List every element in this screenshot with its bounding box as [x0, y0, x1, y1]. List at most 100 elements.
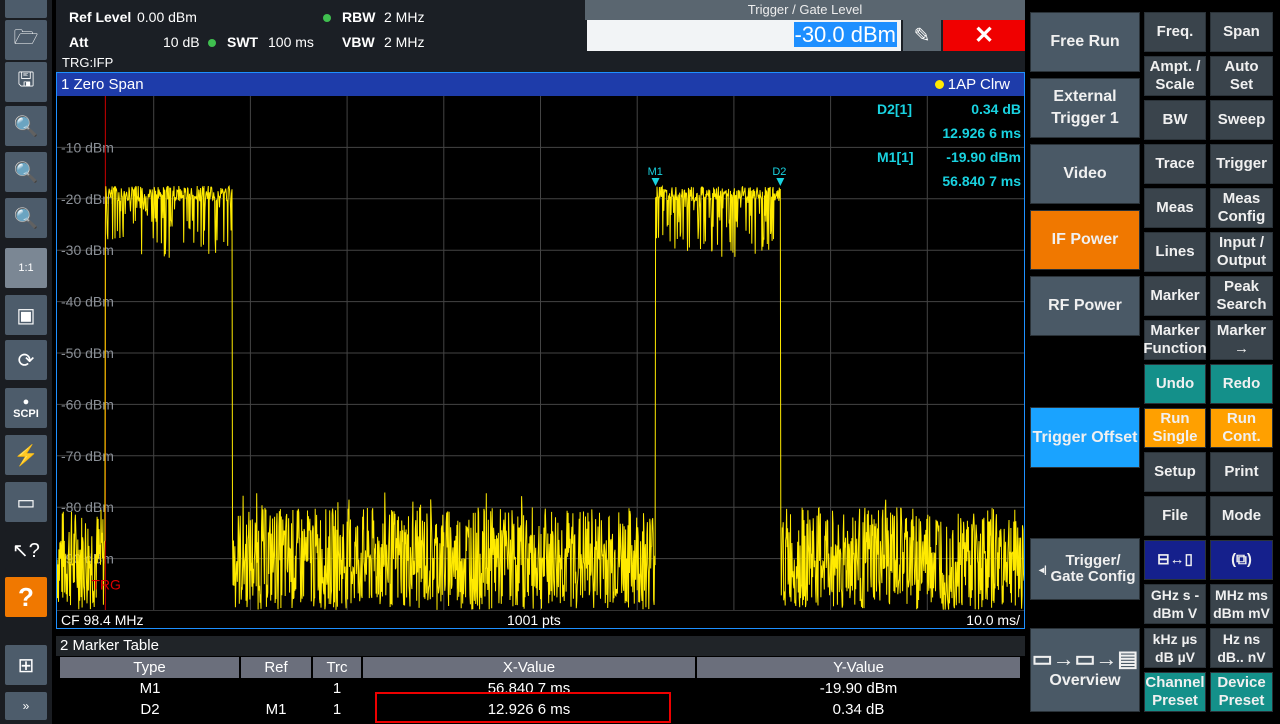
swt-label: SWT [227, 34, 259, 50]
marker-d2-label: D2 [772, 166, 786, 178]
hardkey-device-preset[interactable]: Device Preset [1210, 672, 1273, 712]
hardkey-undo[interactable]: Undo [1144, 364, 1206, 404]
marker-m1-x: 56.840 7 ms [942, 173, 1021, 189]
marker-d2-icon [776, 177, 785, 186]
swt-indicator-icon [208, 34, 216, 50]
cell-y: 0.34 dB [832, 701, 885, 718]
trigger-level-value: -30.0 dBm [793, 22, 897, 47]
hardkey-hz-ns-db-nv[interactable]: Hz ns dB.. nV [1210, 628, 1273, 668]
trigger-level-dialog: Trigger / Gate Level -30.0 dBm ✎ ✕ [585, 0, 1025, 72]
marker-m1-label: M1 [648, 166, 663, 178]
hardkey-ghz-s-dbm-v[interactable]: GHz s -dBm V [1144, 584, 1206, 624]
measurement-settings-header[interactable]: Ref Level 0.00 dBm Att 10 dB SWT 100 ms … [56, 0, 586, 72]
col-trc: Trc [312, 657, 363, 678]
marker-m1-value: -19.90 dBm [946, 149, 1021, 165]
display-update-icon[interactable]: ⟳ [5, 340, 47, 380]
hardkey-span[interactable]: Span [1210, 12, 1273, 52]
hardkey-file[interactable]: File [1144, 496, 1206, 536]
hardkey-redo[interactable]: Redo [1210, 364, 1273, 404]
marker-table-title: 2 Marker Table [56, 636, 1025, 656]
windows-icon[interactable]: ⊞ [5, 645, 47, 685]
hardkey-meas[interactable]: Meas [1144, 188, 1206, 228]
hardkey-marker-function[interactable]: Marker Function [1143, 320, 1207, 360]
softkey-overview[interactable]: ▭→▭→▤ Overview [1030, 628, 1140, 712]
marker-d2-x: 12.926 6 ms [942, 125, 1021, 141]
att-label: Att [69, 34, 89, 50]
window-title-text: 1 Zero Span [61, 76, 144, 93]
hardkey-run-cont[interactable]: Run Cont. [1210, 408, 1273, 448]
cell-y: -19.90 dBm [819, 680, 898, 697]
hardkey-ampt-scale[interactable]: Ampt. / Scale [1144, 56, 1206, 96]
hardkey-peak-search[interactable]: Peak Search [1210, 276, 1273, 316]
hardkey-lines[interactable]: Lines [1144, 232, 1206, 272]
hardkey-marker[interactable]: Marker [1144, 276, 1206, 316]
softkey-external-trigger[interactable]: External Trigger 1 [1030, 78, 1140, 138]
scpi-dot-icon: ● [22, 396, 30, 408]
trigger-level-input[interactable]: -30.0 dBm [587, 20, 901, 51]
hardkey-run-single[interactable]: Run Single [1144, 408, 1206, 448]
help-icon[interactable]: ? [5, 577, 47, 617]
time-scale: 10.0 ms/ [966, 612, 1020, 628]
softkey-free-run[interactable]: Free Run [1030, 12, 1140, 72]
ref-level-label: Ref Level [69, 9, 132, 25]
remote-display-icon[interactable]: ▭ [5, 482, 47, 522]
more-icon[interactable]: » [5, 692, 47, 720]
close-button[interactable]: ✕ [943, 20, 1025, 51]
hardkey-input-output[interactable]: Input / Output [1210, 232, 1273, 272]
hardkey-bw[interactable]: BW [1144, 100, 1206, 140]
zoom-plus-icon[interactable]: 🔍 [5, 152, 47, 192]
zoom-off-icon[interactable]: 1:1 [5, 248, 47, 288]
hardkey-auto-set[interactable]: Auto Set [1210, 56, 1273, 96]
softkey-trigger-gate-config[interactable]: ◂| Trigger/ Gate Config [1030, 538, 1140, 600]
scpi-icon[interactable]: ● SCPI [5, 388, 47, 428]
hardkey-marker[interactable]: Marker → [1210, 320, 1273, 360]
cell-trc: 1 [332, 680, 342, 697]
col-type: Type [60, 657, 241, 678]
split-display-icon[interactable]: ⊟↔▯ [1144, 540, 1206, 580]
multi-zoom-icon[interactable]: 🔍 [5, 198, 47, 238]
zoom-mode-icon[interactable]: 🔍 [5, 106, 47, 146]
help-pointer-icon[interactable]: ↖? [5, 530, 47, 570]
center-frequency: CF 98.4 MHz [61, 612, 144, 628]
rbw-indicator-icon [323, 9, 331, 25]
toolbar-top-button[interactable] [5, 0, 47, 18]
cell-type: M1 [139, 680, 161, 697]
full-screen-icon[interactable]: ▣ [5, 295, 47, 335]
save-icon[interactable]: 🖫 [5, 62, 47, 102]
cell-ref [240, 678, 312, 699]
col-y-value: Y-Value [696, 657, 1022, 678]
folder-icon[interactable]: 🗁 [5, 20, 47, 60]
trace-badge[interactable]: 1AP Clrw [934, 73, 1010, 96]
left-toolbar: 🗁 🖫 🔍 🔍 🔍 1:1 ▣ ⟳ ● SCPI ⚡ ▭ ↖? ? ⊞ » [0, 0, 52, 724]
rbw-label: RBW [342, 9, 376, 25]
softkey-label: Overview [1049, 672, 1121, 689]
y-tick-label: -70 dBm [61, 448, 114, 464]
hardkey-trace[interactable]: Trace [1144, 144, 1206, 184]
marker-d2-name: D2[1] [877, 101, 913, 117]
vbw-value: 2 MHz [384, 34, 425, 50]
sequencer-icon[interactable]: ⚡ [5, 435, 47, 475]
softkey-trigger-offset[interactable]: Trigger Offset [1030, 407, 1140, 468]
pencil-icon[interactable]: ✎ [903, 20, 941, 51]
hardkey-sweep[interactable]: Sweep [1210, 100, 1273, 140]
softkey-if-power[interactable]: IF Power [1030, 210, 1140, 270]
softkey-rf-power[interactable]: RF Power [1030, 276, 1140, 336]
hardkey-mhz-ms-dbm-mv[interactable]: MHz ms dBm mV [1210, 584, 1273, 624]
marker-d2-value: 0.34 dB [971, 101, 1021, 117]
col-ref: Ref [240, 657, 313, 678]
hardkey-setup[interactable]: Setup [1144, 452, 1206, 492]
y-tick-label: -50 dBm [61, 345, 114, 361]
scpi-label: SCPI [13, 408, 39, 420]
display-rotate-icon[interactable]: (⧉) [1210, 540, 1273, 580]
softkey-video[interactable]: Video [1030, 144, 1140, 204]
hardkey-trigger[interactable]: Trigger [1210, 144, 1273, 184]
hardkey-print[interactable]: Print [1210, 452, 1273, 492]
rbw-value: 2 MHz [384, 9, 425, 25]
hardkey-channel-preset[interactable]: Channel Preset [1144, 672, 1206, 712]
hardkey-meas-config[interactable]: Meas Config [1210, 188, 1273, 228]
hardkey-mode[interactable]: Mode [1210, 496, 1273, 536]
ref-level-value: 0.00 dBm [137, 9, 197, 25]
hardkey-khz-s-db-v[interactable]: kHz µs dB µV [1144, 628, 1206, 668]
hardkey-freq[interactable]: Freq. [1144, 12, 1206, 52]
swt-value: 100 ms [268, 34, 314, 50]
